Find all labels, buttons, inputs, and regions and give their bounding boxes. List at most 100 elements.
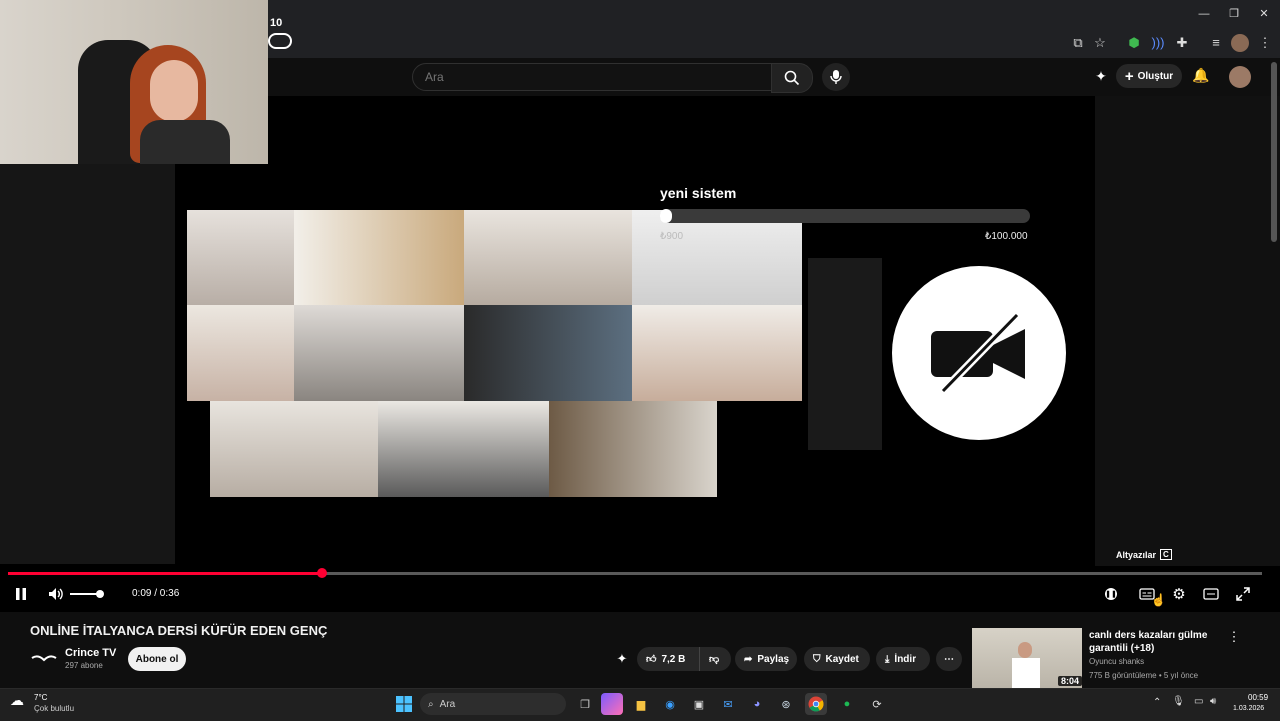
tooltip-label: Altyazılar [1116,549,1157,560]
weather-temperature[interactable]: 7°C [34,693,47,702]
spotify-icon[interactable]: ● [836,693,858,715]
notifications-bell-icon[interactable]: 🔔 [1192,67,1210,85]
goal-current-amount: ₺900 [660,231,684,242]
taskbar-search[interactable]: ⌕ Ara [420,693,566,715]
close-icon[interactable]: ✕ [1256,6,1272,22]
tab-count-badge[interactable]: 10 [270,17,282,29]
shield-extension-icon[interactable]: ⬢ [1125,34,1143,52]
download-icon: ⤓ [885,653,890,665]
goal-title: yeni sistem [660,185,737,201]
copilot-icon[interactable] [601,693,623,715]
like-count: 7,2 B [661,653,686,665]
share-button[interactable]: ➦ Paylaş [735,647,797,671]
participant-tile [378,401,549,497]
video-right-margin [1095,96,1280,566]
more-horizontal-icon: ⋯ [944,653,954,665]
page-scrollbar[interactable] [1271,62,1277,242]
participant-tile [632,210,802,305]
media-controls-icon[interactable]: ≡ [1207,34,1225,52]
install-app-icon[interactable]: ⧉ [1069,34,1087,52]
autoplay-toggle[interactable]: ❚❚ [1101,584,1121,604]
save-button[interactable]: ⛉ Kaydet [804,647,870,671]
video-title: ONLİNE İTALYANCA DERSİ KÜFÜR EDEN GENÇ [30,623,328,638]
time-display: 0:09 / 0:36 [132,588,180,599]
save-label: Kaydet [825,653,859,665]
tray-volume-icon[interactable]: 🔊︎ [1210,696,1216,707]
download-button[interactable]: ⤓ İndir [876,647,930,671]
tray-overflow-icon[interactable]: ⌃ [1153,697,1161,708]
more-actions-button[interactable]: ⋯ [936,647,962,671]
steam-icon[interactable]: ⊛ [775,693,797,715]
settings-button[interactable]: ⚙ [1169,584,1189,604]
microsoft-store-icon[interactable]: ▣ [688,693,710,715]
thumbs-down-icon: 👎︎ [709,654,720,665]
edge-browser-icon[interactable]: ◉ [659,693,681,715]
clock-time[interactable]: 00:59 [1248,693,1268,702]
tray-mic-icon[interactable]: 🎙︎ [1172,696,1185,707]
audio-extension-icon[interactable]: ))) [1149,34,1167,52]
mail-icon[interactable]: ✉ [717,693,739,715]
mute-button[interactable] [46,584,66,604]
subscriber-count: 297 abone [65,661,103,670]
video-placeholder-panel [808,258,882,450]
chrome-icon[interactable] [805,693,827,715]
share-label: Paylaş [757,653,790,665]
fullscreen-icon [1236,587,1250,601]
clock-date[interactable]: 1.03.2026 [1233,705,1264,712]
weather-description[interactable]: Çok bulutlu [34,704,74,713]
theater-mode-icon [1203,588,1219,600]
create-label: Oluştur [1137,70,1174,82]
windows-start-icon[interactable] [393,693,415,715]
voice-search-button[interactable] [822,63,850,91]
bookmark-star-icon[interactable]: ☆ [1091,34,1109,52]
like-button[interactable]: 👍︎ 7,2 B [637,647,699,671]
share-arrow-icon: ➦ [744,653,753,665]
task-view-icon[interactable]: ❐ [574,693,596,715]
file-explorer-icon[interactable]: ▆ [630,693,652,715]
plus-icon: + [1124,67,1134,85]
participant-tile [294,305,464,401]
premium-sparkle-icon[interactable]: ✦ [1092,68,1110,86]
download-label: İndir [894,653,917,665]
recommended-channel[interactable]: Oyuncu shanks [1089,657,1144,666]
create-button[interactable]: + Oluştur [1116,64,1182,88]
volume-icon [49,588,63,600]
subscribe-button[interactable]: Abone ol [128,647,186,671]
participant-tile [210,401,378,497]
thumbs-up-icon: 👍︎ [646,654,657,665]
search-button[interactable] [771,63,813,93]
tray-network-icon[interactable]: ▭ [1194,696,1203,707]
channel-name[interactable]: Crince TV [65,647,116,659]
search-box[interactable] [412,63,772,91]
account-avatar[interactable] [1229,66,1251,88]
sparkle-icon[interactable]: ✦ [613,651,631,669]
extensions-puzzle-icon[interactable]: ✚ [1173,34,1191,52]
dislike-button[interactable]: 👎︎ [699,647,731,671]
channel-avatar[interactable] [30,648,58,668]
search-icon: ⌕ [428,698,434,710]
fullscreen-button[interactable] [1233,584,1253,604]
weather-cloud-icon[interactable]: ☁ [10,692,30,710]
camera-off-icon [931,313,1025,393]
participant-tile [632,305,802,401]
theater-mode-button[interactable] [1201,584,1221,604]
minimize-icon[interactable]: — [1196,6,1212,22]
search-icon [784,70,800,86]
volume-slider-handle[interactable] [96,590,104,598]
discord-icon[interactable]: ◕ [746,693,768,715]
participant-tile [187,305,294,401]
browser-menu-icon[interactable]: ⋮ [1256,34,1274,52]
tray-app-icon[interactable]: ⟳ [866,693,888,715]
donation-goal-fill [660,209,672,223]
address-bar-pill[interactable] [268,33,292,49]
streamer-webcam [0,0,268,164]
maximize-icon[interactable]: ❐ [1226,6,1242,22]
profile-avatar-icon[interactable] [1231,34,1249,52]
recommended-title[interactable]: canlı ders kazaları gülme garantili (+18… [1089,629,1219,655]
scrubber-handle[interactable] [316,568,327,578]
recommended-meta: 775 B görüntüleme • 5 yıl önce [1089,671,1199,680]
video-left-margin [0,164,175,564]
recommended-menu-icon[interactable]: ⋮ [1227,629,1241,645]
pause-button[interactable] [11,584,31,604]
search-input[interactable] [413,64,765,90]
